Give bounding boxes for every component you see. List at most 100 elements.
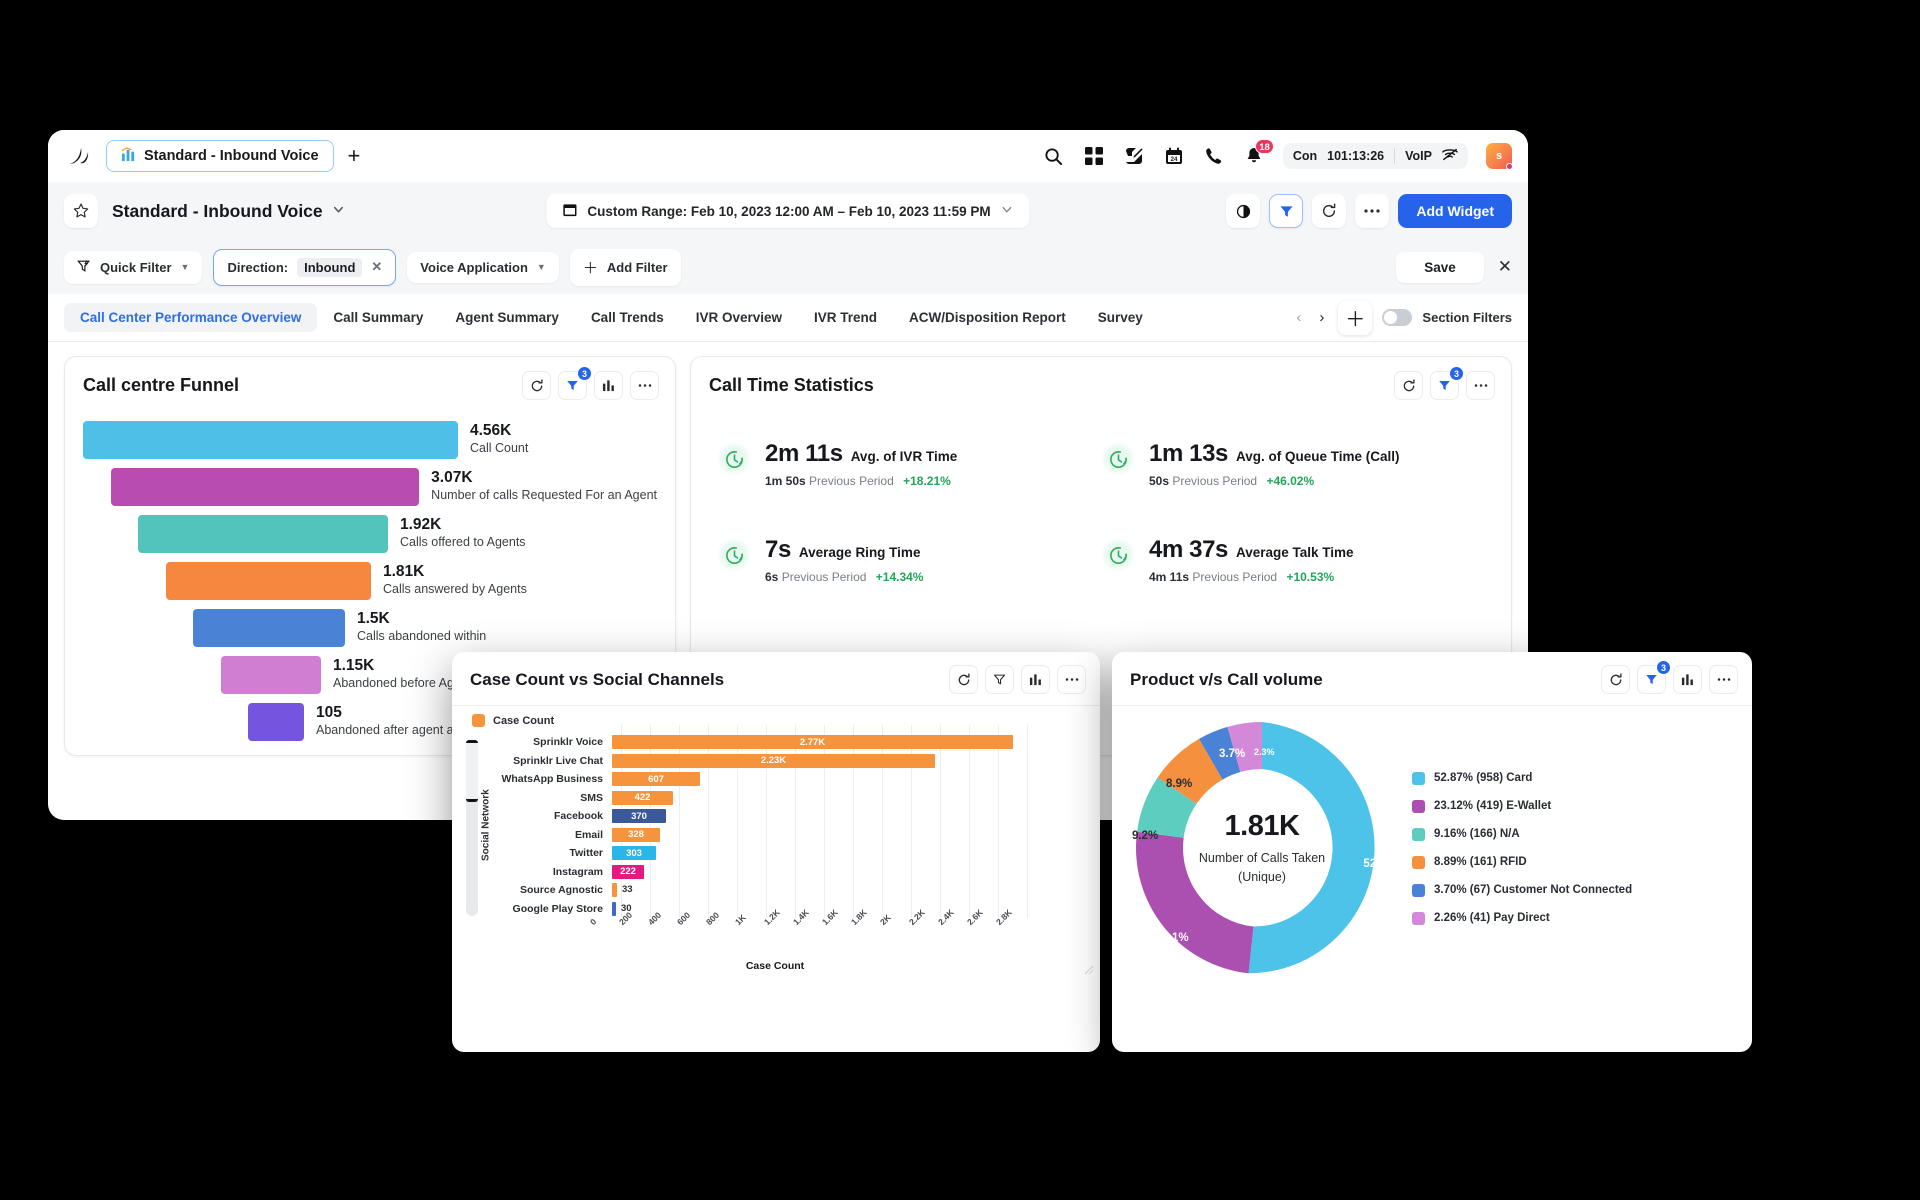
- apps-grid-icon[interactable]: [1083, 145, 1105, 167]
- search-icon[interactable]: [1043, 145, 1065, 167]
- filter-count-badge: 3: [1449, 366, 1464, 381]
- tab-agent-summary[interactable]: Agent Summary: [439, 303, 575, 332]
- stat-average-talk-time[interactable]: 4m 37s Average Talk Time 4m 11s Previous…: [1101, 536, 1485, 584]
- save-button[interactable]: Save: [1396, 251, 1484, 283]
- refresh-icon[interactable]: [1312, 194, 1347, 228]
- bar-fill: 2.23K: [612, 753, 935, 768]
- stat-average-ring-time[interactable]: 7s Average Ring Time 6s Previous Period …: [717, 536, 1101, 584]
- legend-item-card[interactable]: 52.87% (958) Card: [1412, 771, 1632, 785]
- scrollbar-thumb[interactable]: [466, 740, 478, 802]
- bar-track: 2.77K: [612, 733, 1090, 751]
- chart-type-icon[interactable]: [1021, 665, 1050, 694]
- stat-headline: 7s Average Ring Time: [765, 536, 923, 564]
- legend-item-pay-direct[interactable]: 2.26% (41) Pay Direct: [1412, 911, 1632, 925]
- add-tab-button[interactable]: ＋: [1338, 300, 1373, 335]
- more-horizontal-icon[interactable]: [1466, 371, 1495, 400]
- legend-item-customer-not-connected[interactable]: 3.70% (67) Customer Not Connected: [1412, 883, 1632, 897]
- funnel-label: Call Count: [470, 440, 529, 455]
- calendar-icon[interactable]: 24: [1163, 145, 1185, 167]
- tab-acw-disposition-report[interactable]: ACW/Disposition Report: [893, 303, 1082, 332]
- widget-header: Call Time Statistics 3: [691, 357, 1511, 412]
- stat-avg-queue-time[interactable]: 1m 13s Avg. of Queue Time (Call) 50s Pre…: [1101, 440, 1485, 488]
- filter-icon[interactable]: 3: [558, 366, 592, 400]
- more-horizontal-icon[interactable]: [1057, 665, 1086, 694]
- chevron-left-icon[interactable]: ‹: [1292, 309, 1305, 326]
- chart-vertical-scrollbar[interactable]: [466, 740, 478, 916]
- tab-call-trends[interactable]: Call Trends: [575, 303, 680, 332]
- star-icon[interactable]: [64, 194, 98, 228]
- funnel-step[interactable]: 3.07K Number of calls Requested For an A…: [83, 463, 657, 510]
- funnel-step[interactable]: 1.92K Calls offered to Agents: [83, 510, 657, 557]
- add-widget-button[interactable]: Add Widget: [1398, 194, 1512, 228]
- sprinklr-logo-icon[interactable]: [64, 143, 94, 169]
- close-icon[interactable]: ✕: [371, 259, 382, 275]
- avatar[interactable]: s: [1486, 143, 1513, 170]
- funnel-bar: [248, 702, 304, 741]
- chevron-right-icon[interactable]: ›: [1315, 309, 1328, 326]
- more-horizontal-icon[interactable]: [630, 371, 659, 400]
- funnel-step[interactable]: 1.5K Calls abandoned within: [83, 604, 657, 651]
- add-filter-button[interactable]: ＋ Add Filter: [569, 248, 681, 286]
- bell-icon[interactable]: 18: [1243, 139, 1274, 167]
- filter-count-badge: 3: [1656, 660, 1671, 675]
- bar-row[interactable]: Facebook 370: [494, 807, 1090, 825]
- bar-fill: 328: [612, 827, 660, 842]
- bar-row[interactable]: SMS 422: [494, 789, 1090, 807]
- bar-fill: [612, 901, 616, 916]
- tab-ivr-overview[interactable]: IVR Overview: [680, 303, 798, 332]
- bar-row[interactable]: Sprinklr Voice 2.77K: [494, 733, 1090, 751]
- bar-fill: 607: [612, 772, 700, 786]
- dashboard-tabs: Call Center Performance Overview Call Su…: [48, 294, 1528, 342]
- filter-icon[interactable]: 3: [1430, 366, 1464, 400]
- legend-item-e-wallet[interactable]: 23.12% (419) E-Wallet: [1412, 799, 1632, 813]
- bar-category: Sprinklr Live Chat: [513, 754, 603, 767]
- plus-icon: ＋: [582, 259, 598, 277]
- tab-call-summary[interactable]: Call Summary: [317, 303, 439, 332]
- more-horizontal-icon[interactable]: [1355, 194, 1390, 228]
- filter-chip-voice-application[interactable]: Voice Application ▼: [407, 251, 559, 283]
- legend-swatch: [1412, 883, 1425, 897]
- bar-row[interactable]: Source Agnostic 33: [494, 881, 1090, 899]
- browser-tab-standard-inbound-voice[interactable]: Standard - Inbound Voice: [106, 140, 334, 172]
- more-horizontal-icon[interactable]: [1709, 665, 1738, 694]
- funnel-step[interactable]: 1.81K Calls answered by Agents: [83, 557, 657, 604]
- close-filters-icon[interactable]: ✕: [1498, 257, 1512, 277]
- bar-row[interactable]: Instagram 222: [494, 863, 1090, 881]
- new-tab-button[interactable]: +: [348, 145, 361, 167]
- refresh-icon[interactable]: [522, 371, 551, 400]
- resize-handle[interactable]: [1084, 962, 1094, 975]
- connection-status-pill[interactable]: Con 101:13:26 VoIP: [1282, 143, 1468, 169]
- funnel-step[interactable]: 4.56K Call Count: [83, 416, 657, 463]
- bar-row[interactable]: Sprinklr Live Chat 2.23K: [494, 752, 1090, 770]
- legend-item-rfid[interactable]: 8.89% (161) RFID: [1412, 855, 1632, 869]
- stat-avg-ivr-time[interactable]: 2m 11s Avg. of IVR Time 1m 50s Previous …: [717, 440, 1101, 488]
- tab-ivr-trend[interactable]: IVR Trend: [798, 303, 893, 332]
- compose-icon[interactable]: [1123, 145, 1145, 167]
- date-range-picker[interactable]: Custom Range: Feb 10, 2023 12:00 AM – Fe…: [546, 194, 1030, 228]
- phone-icon[interactable]: [1203, 145, 1225, 167]
- refresh-icon[interactable]: [1394, 371, 1423, 400]
- contrast-icon[interactable]: [1226, 194, 1261, 228]
- bar-category: Instagram: [552, 865, 603, 878]
- legend-item-na[interactable]: 9.16% (166) N/A: [1412, 827, 1632, 841]
- filter-chip-direction[interactable]: Direction: Inbound ✕: [213, 248, 397, 286]
- section-filters-toggle[interactable]: [1382, 309, 1413, 326]
- chevron-down-icon[interactable]: [332, 203, 345, 219]
- filter-lightning-icon: [77, 259, 91, 276]
- bar-row[interactable]: WhatsApp Business 607: [494, 770, 1090, 788]
- bar-row[interactable]: Email 328: [494, 826, 1090, 844]
- filter-outline-icon[interactable]: [985, 665, 1014, 694]
- refresh-icon[interactable]: [949, 665, 978, 694]
- chart-type-icon[interactable]: [594, 371, 623, 400]
- filter-icon[interactable]: 3: [1637, 660, 1671, 694]
- tab-survey[interactable]: Survey: [1082, 303, 1159, 332]
- tab-call-center-performance-overview[interactable]: Call Center Performance Overview: [64, 303, 318, 332]
- refresh-icon[interactable]: [1601, 665, 1630, 694]
- clock-icon: [717, 538, 751, 572]
- chart-type-icon[interactable]: [1673, 665, 1702, 694]
- bar-value: 33: [622, 884, 633, 895]
- legend-swatch: [1412, 911, 1425, 925]
- filter-icon[interactable]: [1269, 194, 1304, 228]
- bar-row[interactable]: Twitter 303: [494, 844, 1090, 862]
- quick-filter-button[interactable]: Quick Filter ▼: [64, 250, 203, 284]
